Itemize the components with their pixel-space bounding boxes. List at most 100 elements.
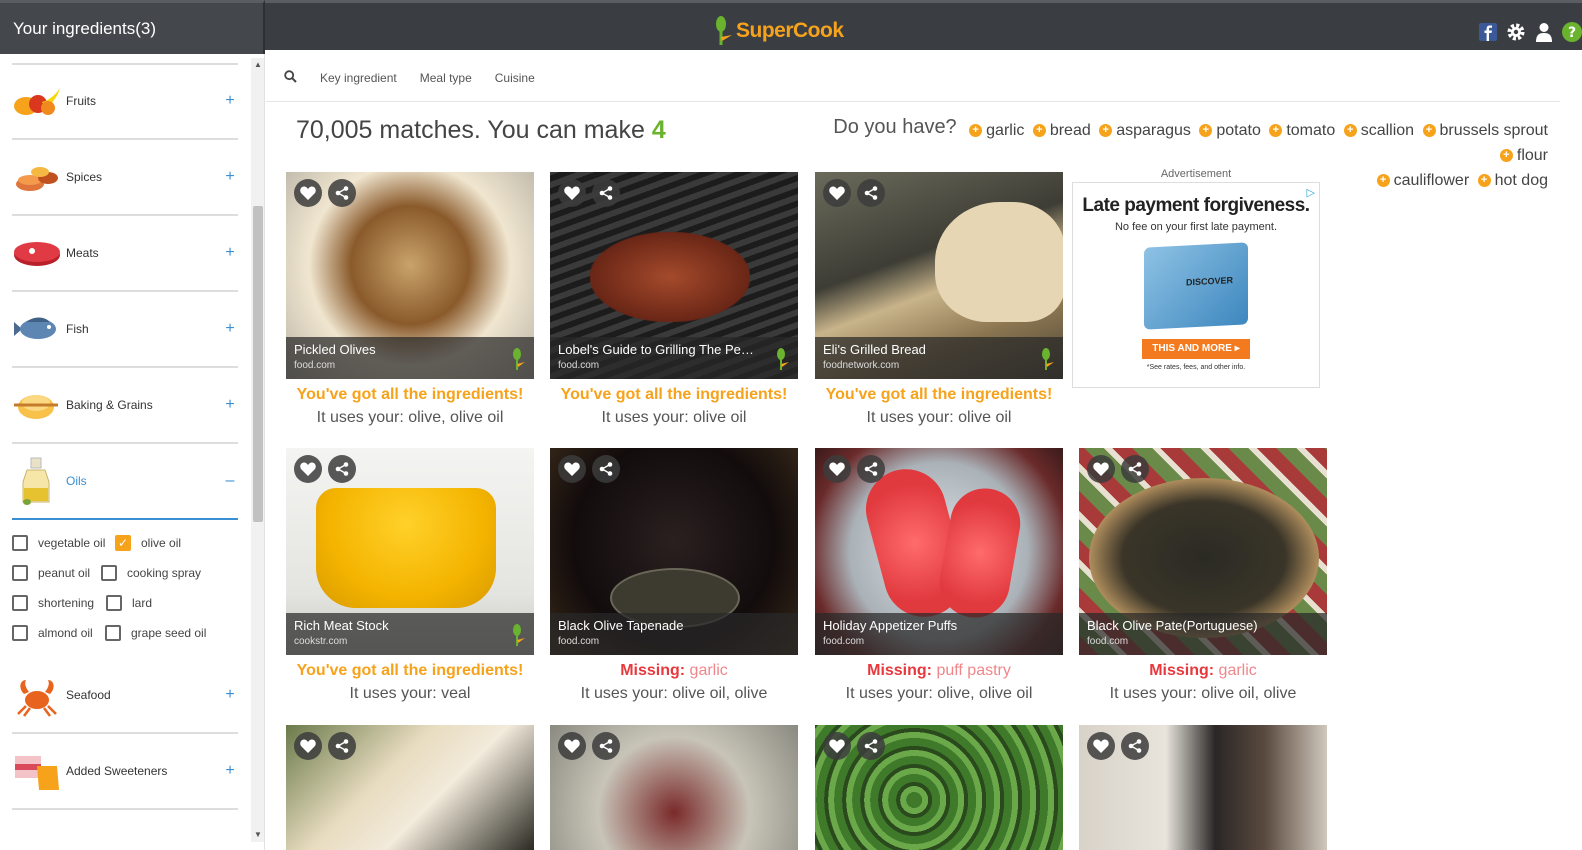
recipe-card[interactable]: Eli's Grilled Bread foodnetwork.com You'… <box>815 172 1063 427</box>
recipe-title[interactable]: Black Olive Pate(Portuguese) <box>1087 618 1287 633</box>
suggest-chip[interactable]: + tomato <box>1269 119 1335 142</box>
filter-key-ingredient[interactable]: Key ingredient <box>320 71 397 85</box>
recipe-title[interactable]: Pickled Olives <box>294 342 494 357</box>
recipe-image[interactable]: Pickled Olives food.com <box>286 172 534 379</box>
checkbox[interactable] <box>12 535 28 551</box>
expand-icon[interactable]: + <box>222 244 238 262</box>
recipe-image[interactable]: Holiday Appetizer Puffs food.com <box>815 448 1063 655</box>
expand-icon[interactable]: + <box>222 320 238 338</box>
recipe-image[interactable] <box>1079 725 1327 850</box>
ingredient-olive-oil[interactable]: ✓ olive oil <box>115 535 181 551</box>
category-oils[interactable]: Oils – <box>12 444 238 520</box>
suggest-chip[interactable]: + potato <box>1199 119 1261 142</box>
recipe-title[interactable]: Rich Meat Stock <box>294 618 494 633</box>
recipe-card[interactable]: Black Olive Tapenade food.com Missing: g… <box>550 448 798 703</box>
category-added-sweeteners[interactable]: Added Sweeteners + <box>12 734 238 810</box>
share-icon[interactable] <box>592 732 620 760</box>
user-icon[interactable] <box>1534 22 1554 42</box>
search-icon[interactable] <box>284 69 297 86</box>
heart-icon[interactable] <box>558 732 586 760</box>
suggest-chip[interactable]: + bread <box>1032 119 1091 142</box>
share-icon[interactable] <box>1121 455 1149 483</box>
ingredient-shortening[interactable]: shortening <box>12 595 94 611</box>
recipe-card[interactable]: Rich Meat Stock cookstr.com You've got a… <box>286 448 534 703</box>
ingredient-cooking-spray[interactable]: cooking spray <box>101 565 201 581</box>
recipe-card[interactable] <box>1079 725 1327 850</box>
share-icon[interactable] <box>1121 732 1149 760</box>
heart-icon[interactable] <box>823 732 851 760</box>
heart-icon[interactable] <box>294 179 322 207</box>
share-icon[interactable] <box>857 732 885 760</box>
your-ingredients-title[interactable]: Your ingredients(3) <box>0 0 265 54</box>
recipe-image[interactable] <box>815 725 1063 850</box>
suggest-chip[interactable]: + flour <box>1499 144 1548 167</box>
filter-meal-type[interactable]: Meal type <box>420 71 472 85</box>
expand-icon[interactable]: + <box>222 396 238 414</box>
suggest-chip[interactable]: + hot dog <box>1477 169 1548 192</box>
recipe-image[interactable]: Eli's Grilled Bread foodnetwork.com <box>815 172 1063 379</box>
share-icon[interactable] <box>328 455 356 483</box>
recipe-card[interactable] <box>815 725 1063 850</box>
recipe-card[interactable]: Lobel's Guide to Grilling The Perf... fo… <box>550 172 798 427</box>
missing-ingredient[interactable]: puff pastry <box>936 662 1010 679</box>
scroll-down-icon[interactable]: ▼ <box>253 830 263 840</box>
suggest-chip[interactable]: + cauliflower <box>1376 169 1469 192</box>
ingredient-grape-seed-oil[interactable]: grape seed oil <box>105 625 206 641</box>
checkbox[interactable] <box>101 565 117 581</box>
share-icon[interactable] <box>328 179 356 207</box>
category-fruits[interactable]: Fruits + <box>12 64 238 140</box>
scroll-up-icon[interactable]: ▲ <box>253 60 263 70</box>
help-icon[interactable]: ? <box>1562 22 1582 42</box>
heart-icon[interactable] <box>294 455 322 483</box>
adchoices-icon[interactable]: ▷ <box>1307 186 1315 199</box>
expand-icon[interactable]: + <box>222 762 238 780</box>
recipe-image[interactable] <box>286 725 534 850</box>
ingredient-vegetable-oil[interactable]: vegetable oil <box>12 535 105 551</box>
recipe-image[interactable]: Black Olive Tapenade food.com <box>550 448 798 655</box>
recipe-card[interactable]: Pickled Olives food.com You've got all t… <box>286 172 534 427</box>
ad-banner[interactable]: ▷ Late payment forgiveness. No fee on yo… <box>1072 182 1320 388</box>
share-icon[interactable] <box>592 455 620 483</box>
checkbox-checked[interactable]: ✓ <box>115 535 131 551</box>
checkbox[interactable] <box>105 625 121 641</box>
share-icon[interactable] <box>592 179 620 207</box>
recipe-card[interactable] <box>550 725 798 850</box>
heart-icon[interactable] <box>294 732 322 760</box>
share-icon[interactable] <box>328 732 356 760</box>
supercook-logo[interactable]: SuperCook <box>712 15 844 47</box>
gear-icon[interactable] <box>1506 22 1526 42</box>
recipe-title[interactable]: Eli's Grilled Bread <box>823 342 1023 357</box>
recipe-image[interactable] <box>550 725 798 850</box>
category-spices[interactable]: Spices + <box>12 140 238 216</box>
category-baking-grains[interactable]: Baking & Grains + <box>12 368 238 444</box>
expand-icon[interactable]: + <box>222 168 238 186</box>
share-icon[interactable] <box>857 179 885 207</box>
recipe-title[interactable]: Black Olive Tapenade <box>558 618 758 633</box>
facebook-icon[interactable] <box>1478 22 1498 42</box>
share-icon[interactable] <box>857 455 885 483</box>
sidebar-scrollbar[interactable]: ▲ ▼ <box>251 58 264 842</box>
recipe-title[interactable]: Holiday Appetizer Puffs <box>823 618 1023 633</box>
heart-icon[interactable] <box>1087 455 1115 483</box>
checkbox[interactable] <box>12 625 28 641</box>
recipe-image[interactable]: Black Olive Pate(Portuguese) food.com <box>1079 448 1327 655</box>
expand-icon[interactable]: + <box>222 686 238 704</box>
collapse-icon[interactable]: – <box>222 472 238 490</box>
category-seafood[interactable]: Seafood + <box>12 658 238 734</box>
heart-icon[interactable] <box>823 455 851 483</box>
heart-icon[interactable] <box>1087 732 1115 760</box>
category-meats[interactable]: Meats + <box>12 216 238 292</box>
recipe-image[interactable]: Lobel's Guide to Grilling The Perf... fo… <box>550 172 798 379</box>
recipe-card[interactable]: Black Olive Pate(Portuguese) food.com Mi… <box>1079 448 1327 703</box>
recipe-card[interactable] <box>286 725 534 850</box>
recipe-image[interactable]: Rich Meat Stock cookstr.com <box>286 448 534 655</box>
ingredient-almond-oil[interactable]: almond oil <box>12 625 93 641</box>
suggest-chip[interactable]: + asparagus <box>1099 119 1191 142</box>
recipe-card[interactable]: Holiday Appetizer Puffs food.com Missing… <box>815 448 1063 703</box>
heart-icon[interactable] <box>823 179 851 207</box>
checkbox[interactable] <box>12 595 28 611</box>
ingredient-lard[interactable]: lard <box>106 595 152 611</box>
suggest-chip[interactable]: + brussels sprout <box>1422 119 1548 142</box>
suggest-chip[interactable]: + scallion <box>1343 119 1414 142</box>
checkbox[interactable] <box>12 565 28 581</box>
